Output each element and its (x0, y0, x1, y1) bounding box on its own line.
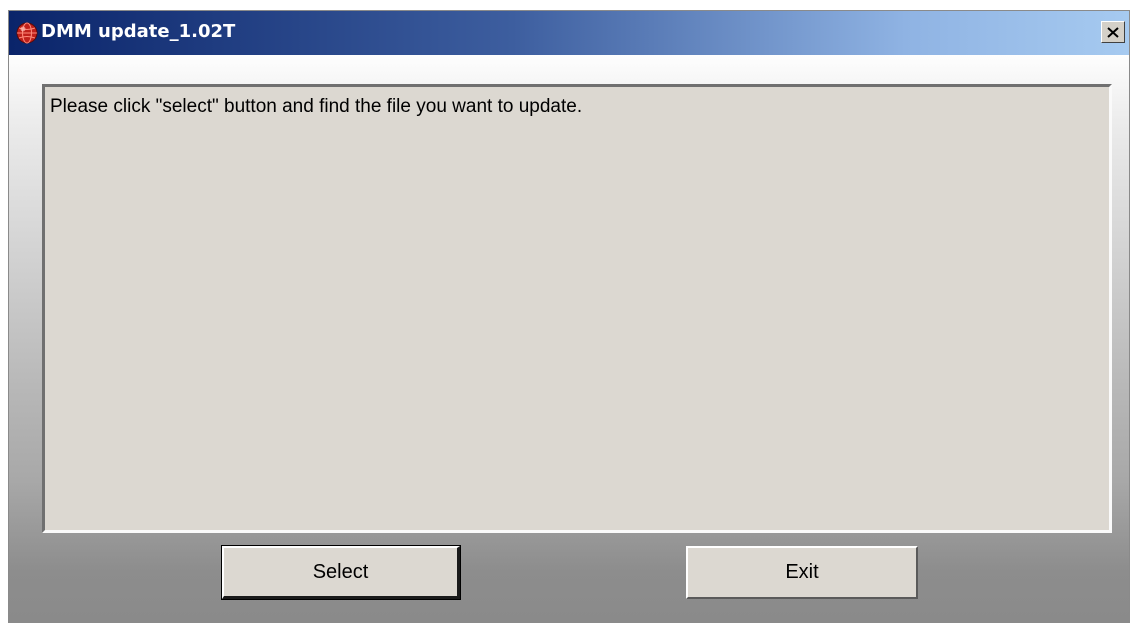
exit-button[interactable]: Exit (686, 546, 918, 599)
instruction-text: Please click "select" button and find th… (50, 96, 583, 117)
title-bar[interactable]: DMM update_1.02T (9, 11, 1129, 55)
close-button[interactable] (1101, 21, 1125, 43)
red-globe-icon (16, 22, 38, 44)
dialog-window: DMM update_1.02T Please click "select" b… (8, 10, 1130, 623)
close-icon (1107, 26, 1119, 38)
select-button[interactable]: Select (221, 545, 461, 600)
window-title: DMM update_1.02T (41, 21, 236, 42)
message-panel: Please click "select" button and find th… (42, 84, 1112, 533)
